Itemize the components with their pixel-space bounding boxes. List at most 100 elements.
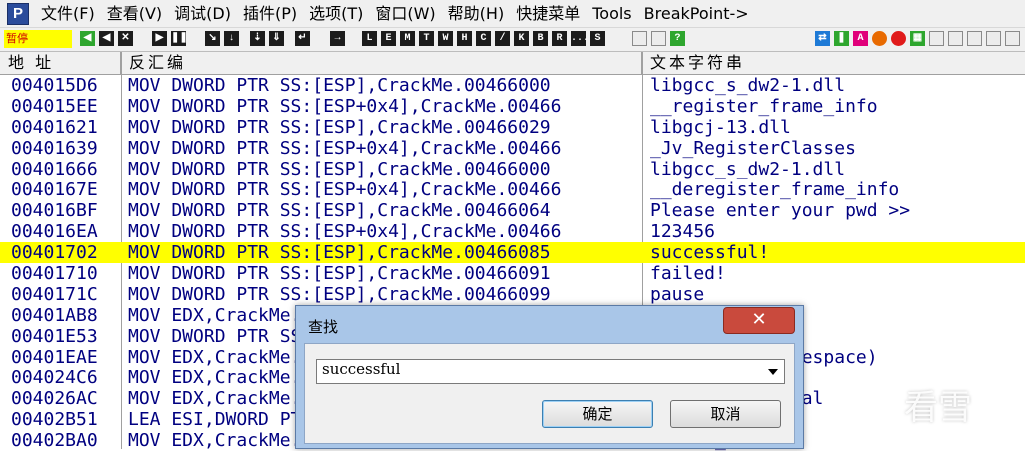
text-cell: 123456 — [650, 221, 716, 243]
disassembly-cell: MOV DWORD PTR SS:[ESP],CrackMe.00466064 — [128, 200, 551, 222]
disassembly-cell: MOV DWORD PTR SS:[ESP+0x4],CrackMe.00466 — [128, 137, 562, 159]
table-row[interactable]: 00401621 MOV DWORD PTR SS:[ESP],CrackMe.0… — [0, 117, 1025, 138]
menu-tools[interactable]: Tools — [586, 1, 637, 27]
pause-icon[interactable]: ❚❚ — [171, 31, 188, 46]
memory-window-button[interactable]: M — [400, 31, 415, 46]
table-row[interactable]: 004016EA MOV DWORD PTR SS:[ESP+0x4],Crack… — [0, 221, 1025, 242]
trace-into-icon[interactable]: ⇣ — [250, 31, 265, 46]
table-row[interactable]: 004015D6 MOV DWORD PTR SS:[ESP],CrackMe.0… — [0, 75, 1025, 96]
trace-over-icon[interactable]: ⇓ — [269, 31, 284, 46]
memory-map-icon[interactable]: ▦ — [910, 31, 925, 46]
app-logo-icon: P — [7, 2, 29, 25]
menu-file[interactable]: 文件(F) — [35, 1, 101, 27]
table-row[interactable]: 00401639 MOV DWORD PTR SS:[ESP+0x4],Crack… — [0, 138, 1025, 159]
modules-window-button[interactable]: E — [381, 31, 396, 46]
toolbar-slot-4-icon[interactable] — [1005, 31, 1020, 46]
step-into-icon[interactable]: ↘ — [205, 31, 220, 46]
find-dialog: 查找 ✕ successful 确定 取消 — [295, 305, 804, 449]
table-row[interactable]: 004015EE MOV DWORD PTR SS:[ESP+0x4],Crack… — [0, 96, 1025, 117]
menu-help[interactable]: 帮助(H) — [442, 1, 511, 27]
status-badge: 暂停 — [4, 30, 72, 48]
menu-breakpoint[interactable]: BreakPoint-> — [638, 1, 755, 27]
text-cell: failed! — [650, 263, 726, 284]
menu-plugins[interactable]: 插件(P) — [237, 1, 303, 27]
record-icon[interactable] — [872, 31, 887, 46]
toolbar-slot-2-icon[interactable] — [967, 31, 982, 46]
toolbar-slot-3-icon[interactable] — [986, 31, 1001, 46]
cpu-window-button[interactable]: C — [476, 31, 491, 46]
log-window-button[interactable]: L — [362, 31, 377, 46]
search-input[interactable]: successful — [316, 359, 785, 384]
handles-window-button[interactable]: H — [457, 31, 472, 46]
menu-shortcuts[interactable]: 快捷菜单 — [510, 1, 586, 27]
dialog-title: 查找 — [308, 318, 339, 336]
run-icon[interactable]: ▶ — [152, 31, 167, 46]
disassembly-cell: MOV DWORD PTR SS:[ESP],CrackMe.00466000 — [128, 158, 551, 180]
address-cell: 00401AB8 — [11, 304, 98, 326]
panel-icon[interactable] — [929, 31, 944, 46]
patches-window-button[interactable]: / — [495, 31, 510, 46]
rewind-icon[interactable]: ◀ — [80, 31, 95, 46]
restart-icon[interactable]: ◀ — [99, 31, 114, 46]
snowflake-icon — [861, 386, 895, 423]
goto-icon[interactable]: → — [330, 31, 345, 46]
a-icon[interactable]: A — [853, 31, 868, 46]
pause-plugin-icon[interactable]: ❚ — [834, 31, 849, 46]
ok-button[interactable]: 确定 — [542, 400, 653, 428]
table-row[interactable]: 004016BF MOV DWORD PTR SS:[ESP],CrackMe.0… — [0, 200, 1025, 221]
text-cell: Please enter your pwd >> — [650, 200, 911, 222]
table-row[interactable]: 00401710 MOV DWORD PTR SS:[ESP],CrackMe.0… — [0, 263, 1025, 284]
disassembly-cell: MOV DWORD PTR SS:[ESP],CrackMe.00466029 — [128, 116, 551, 138]
menu-view[interactable]: 查看(V) — [101, 1, 168, 27]
menu-options[interactable]: 选项(T) — [303, 1, 369, 27]
step-over-icon[interactable]: ↓ — [224, 31, 239, 46]
address-cell: 00402BA0 — [11, 430, 98, 451]
windows-window-button[interactable]: W — [438, 31, 453, 46]
column-header-text[interactable]: 文本字符串 — [642, 52, 1025, 74]
address-cell: 004016EA — [11, 221, 98, 243]
address-cell: 004015D6 — [11, 75, 98, 96]
disassembly-cell: MOV DWORD PTR SS:[ESP],CrackMe.00466085 — [128, 242, 551, 264]
execute-till-return-icon[interactable]: ↵ — [295, 31, 310, 46]
table-row[interactable]: 00401702 MOV DWORD PTR SS:[ESP],CrackMe.0… — [0, 242, 1025, 264]
chevron-down-icon[interactable] — [768, 369, 778, 375]
menu-debug[interactable]: 调试(D) — [168, 1, 237, 27]
text-cell: _Jv_RegisterClasses — [650, 137, 856, 159]
disassembly-cell: MOV DWORD PTR SS:[ESP],CrackMe.00466000 — [128, 75, 551, 96]
table-row[interactable]: 0040167E MOV DWORD PTR SS:[ESP+0x4],Crack… — [0, 179, 1025, 201]
search-value[interactable]: successful — [322, 360, 400, 378]
menu-bar: P 文件(F) 查看(V) 调试(D) 插件(P) 选项(T) 窗口(W) 帮助… — [0, 0, 1025, 28]
address-cell: 00401E53 — [11, 325, 98, 347]
address-cell: 004016BF — [11, 200, 98, 222]
column-header-address[interactable]: 地 址 — [0, 52, 121, 74]
target-icon[interactable] — [891, 31, 906, 46]
close-process-icon[interactable]: ✕ — [118, 31, 133, 46]
cancel-button[interactable]: 取消 — [670, 400, 781, 428]
table-row[interactable]: 0040171C MOV DWORD PTR SS:[ESP],CrackMe.0… — [0, 284, 1025, 305]
text-cell: libgcj-13.dll — [650, 116, 791, 138]
column-header-disassembly[interactable]: 反汇编 — [121, 52, 642, 74]
address-cell: 0040171C — [11, 283, 98, 305]
disassembly-cell: MOV DWORD PTR SS:[ESP+0x4],CrackMe.00466 — [128, 179, 562, 201]
address-cell: 0040167E — [11, 179, 98, 201]
table-row[interactable]: 00401666 MOV DWORD PTR SS:[ESP],CrackMe.0… — [0, 159, 1025, 180]
disassembly-cell: MOV DWORD PTR SS:[ESP+0x4],CrackMe.00466 — [128, 95, 562, 117]
table-header: 地 址 反汇编 文本字符串 — [0, 52, 1025, 75]
menu-window[interactable]: 窗口(W) — [369, 1, 441, 27]
breakpoints-window-button[interactable]: B — [533, 31, 548, 46]
run-trace-window-button[interactable]: ... — [571, 31, 589, 46]
close-icon[interactable]: ✕ — [723, 307, 795, 334]
list-icon[interactable] — [632, 31, 647, 46]
refresh-icon[interactable]: ⇄ — [815, 31, 830, 46]
toolbar-slot-1-icon[interactable] — [948, 31, 963, 46]
references-window-button[interactable]: R — [552, 31, 567, 46]
text-cell: __deregister_frame_info — [650, 179, 900, 201]
text-cell: libgcc_s_dw2-1.dll — [650, 75, 846, 96]
text-cell: pause — [650, 283, 705, 305]
source-window-button[interactable]: S — [590, 31, 605, 46]
address-cell: 00401710 — [11, 263, 98, 284]
grid-icon[interactable] — [651, 31, 666, 46]
help-icon[interactable]: ? — [670, 31, 685, 46]
threads-window-button[interactable]: T — [419, 31, 434, 46]
call-stack-window-button[interactable]: K — [514, 31, 529, 46]
